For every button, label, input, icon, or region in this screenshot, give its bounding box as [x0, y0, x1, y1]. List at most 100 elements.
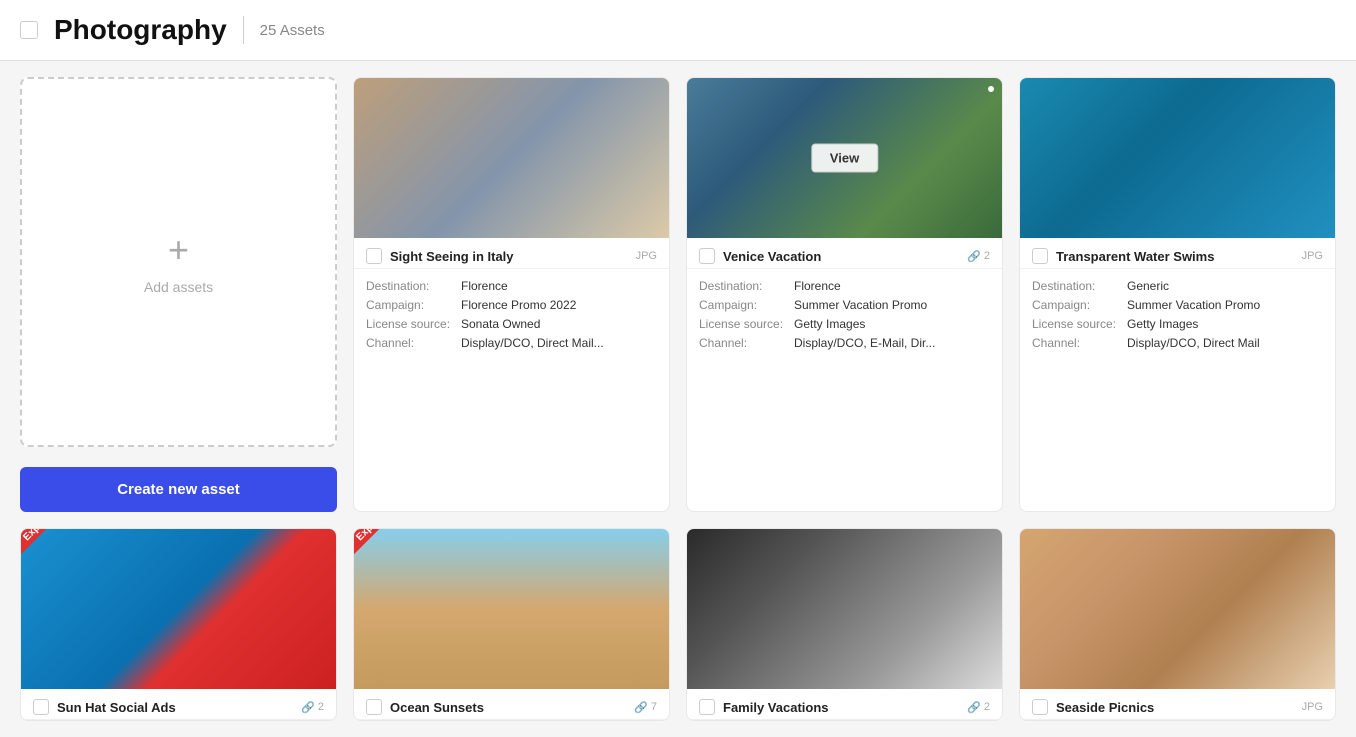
card-checkbox-seaside-picnics[interactable] — [1032, 699, 1048, 715]
attachment-count: 2 — [318, 701, 324, 713]
asset-card-seaside-picnics: Seaside Picnics JPG — [1019, 528, 1336, 721]
card-details-transparent-water: Destination: Generic Campaign: Summer Va… — [1020, 269, 1335, 365]
card-meta-transparent-water: Transparent Water Swims JPG — [1020, 238, 1335, 269]
detail-channel: Channel: Display/DCO, Direct Mail — [1032, 336, 1323, 350]
expired-ribbon-ocean-sunsets: Expired — [354, 529, 403, 562]
asset-count: 25 Assets — [260, 22, 325, 39]
asset-image-family-vacations — [687, 529, 1002, 689]
asset-card-family-vacations: Family Vacations 🔗 2 — [686, 528, 1003, 721]
asset-image-ocean-sunsets: Expired — [354, 529, 669, 689]
pagination-dot — [988, 86, 994, 92]
detail-license: License source: Getty Images — [699, 317, 990, 331]
asset-image-sun-hat: Expired — [21, 529, 336, 689]
card-title-sun-hat: Sun Hat Social Ads — [57, 700, 176, 715]
page-header: Photography 25 Assets — [0, 0, 1356, 61]
page-title: Photography — [54, 14, 227, 46]
channel-label: Channel: — [1032, 336, 1127, 350]
attachment-count: 2 — [984, 250, 990, 262]
header-divider — [243, 16, 244, 44]
destination-value: Florence — [794, 279, 841, 293]
destination-value: Generic — [1127, 279, 1169, 293]
attachment-icon: 🔗 — [967, 250, 981, 263]
add-card-wrapper: + Add assets Create new asset — [20, 77, 337, 512]
destination-label: Destination: — [699, 279, 794, 293]
channel-value: Display/DCO, Direct Mail — [1127, 336, 1260, 350]
license-value: Getty Images — [1127, 317, 1198, 331]
detail-campaign: Campaign: Summer Vacation Promo — [699, 298, 990, 312]
attachment-icon: 🔗 — [634, 701, 648, 714]
detail-license: License source: Sonata Owned — [366, 317, 657, 331]
add-assets-card[interactable]: + Add assets — [20, 77, 337, 447]
license-label: License source: — [1032, 317, 1127, 331]
add-assets-label: Add assets — [144, 279, 213, 295]
card-checkbox-venice-vacation[interactable] — [699, 248, 715, 264]
campaign-value: Summer Vacation Promo — [1127, 298, 1260, 312]
detail-destination: Destination: Generic — [1032, 279, 1323, 293]
attachment-icon: 🔗 — [301, 701, 315, 714]
card-meta-family-vacations: Family Vacations 🔗 2 — [687, 689, 1002, 720]
license-value: Sonata Owned — [461, 317, 540, 331]
asset-card-ocean-sunsets: Expired Ocean Sunsets 🔗 7 — [353, 528, 670, 721]
card-attachment-venice-vacation: 🔗 2 — [967, 250, 990, 263]
asset-grid-row2: Expired Sun Hat Social Ads 🔗 2 Expired O… — [0, 528, 1356, 737]
destination-label: Destination: — [366, 279, 461, 293]
asset-image-transparent-water — [1020, 78, 1335, 238]
channel-label: Channel: — [366, 336, 461, 350]
card-attachment-ocean-sunsets: 🔗 7 — [634, 701, 657, 714]
card-checkbox-transparent-water[interactable] — [1032, 248, 1048, 264]
card-checkbox-family-vacations[interactable] — [699, 699, 715, 715]
detail-destination: Destination: Florence — [699, 279, 990, 293]
plus-icon: + — [168, 229, 189, 271]
card-attachment-family-vacations: 🔗 2 — [967, 701, 990, 714]
detail-channel: Channel: Display/DCO, Direct Mail... — [366, 336, 657, 350]
attachment-icon: 🔗 — [967, 701, 981, 714]
select-all-checkbox[interactable] — [20, 21, 38, 39]
channel-value: Display/DCO, Direct Mail... — [461, 336, 604, 350]
view-overlay-button[interactable]: View — [811, 144, 878, 173]
card-type-sight-seeing-italy: JPG — [636, 250, 657, 262]
license-label: License source: — [699, 317, 794, 331]
detail-channel: Channel: Display/DCO, E-Mail, Dir... — [699, 336, 990, 350]
channel-value: Display/DCO, E-Mail, Dir... — [794, 336, 935, 350]
card-title-ocean-sunsets: Ocean Sunsets — [390, 700, 484, 715]
attachment-count: 2 — [984, 701, 990, 713]
card-type-seaside-picnics: JPG — [1302, 701, 1323, 713]
campaign-value: Summer Vacation Promo — [794, 298, 927, 312]
asset-grid: + Add assets Create new asset Sight Seei… — [0, 61, 1356, 528]
asset-card-sun-hat: Expired Sun Hat Social Ads 🔗 2 — [20, 528, 337, 721]
asset-card-sight-seeing-italy: Sight Seeing in Italy JPG Destination: F… — [353, 77, 670, 512]
card-title-seaside-picnics: Seaside Picnics — [1056, 700, 1154, 715]
asset-card-venice-vacation: View Venice Vacation 🔗 2 Destination: Fl… — [686, 77, 1003, 512]
license-value: Getty Images — [794, 317, 865, 331]
asset-image-seaside-picnics — [1020, 529, 1335, 689]
card-meta-venice-vacation: Venice Vacation 🔗 2 — [687, 238, 1002, 269]
card-checkbox-sun-hat[interactable] — [33, 699, 49, 715]
campaign-label: Campaign: — [1032, 298, 1127, 312]
card-title-sight-seeing-italy: Sight Seeing in Italy — [390, 249, 514, 264]
detail-license: License source: Getty Images — [1032, 317, 1323, 331]
detail-campaign: Campaign: Summer Vacation Promo — [1032, 298, 1323, 312]
asset-card-transparent-water: Transparent Water Swims JPG Destination:… — [1019, 77, 1336, 512]
channel-label: Channel: — [699, 336, 794, 350]
create-new-asset-button[interactable]: Create new asset — [20, 467, 337, 512]
card-meta-sight-seeing-italy: Sight Seeing in Italy JPG — [354, 238, 669, 269]
card-type-transparent-water: JPG — [1302, 250, 1323, 262]
card-title-family-vacations: Family Vacations — [723, 700, 829, 715]
destination-value: Florence — [461, 279, 508, 293]
card-title-venice-vacation: Venice Vacation — [723, 249, 821, 264]
campaign-label: Campaign: — [366, 298, 461, 312]
card-meta-seaside-picnics: Seaside Picnics JPG — [1020, 689, 1335, 720]
card-checkbox-ocean-sunsets[interactable] — [366, 699, 382, 715]
card-attachment-sun-hat: 🔗 2 — [301, 701, 324, 714]
card-details-sight-seeing-italy: Destination: Florence Campaign: Florence… — [354, 269, 669, 365]
asset-image-sight-seeing-italy — [354, 78, 669, 238]
card-meta-sun-hat: Sun Hat Social Ads 🔗 2 — [21, 689, 336, 720]
detail-destination: Destination: Florence — [366, 279, 657, 293]
license-label: License source: — [366, 317, 461, 331]
detail-campaign: Campaign: Florence Promo 2022 — [366, 298, 657, 312]
card-meta-ocean-sunsets: Ocean Sunsets 🔗 7 — [354, 689, 669, 720]
card-checkbox-sight-seeing-italy[interactable] — [366, 248, 382, 264]
card-title-transparent-water: Transparent Water Swims — [1056, 249, 1214, 264]
campaign-label: Campaign: — [699, 298, 794, 312]
asset-image-venice-vacation: View — [687, 78, 1002, 238]
